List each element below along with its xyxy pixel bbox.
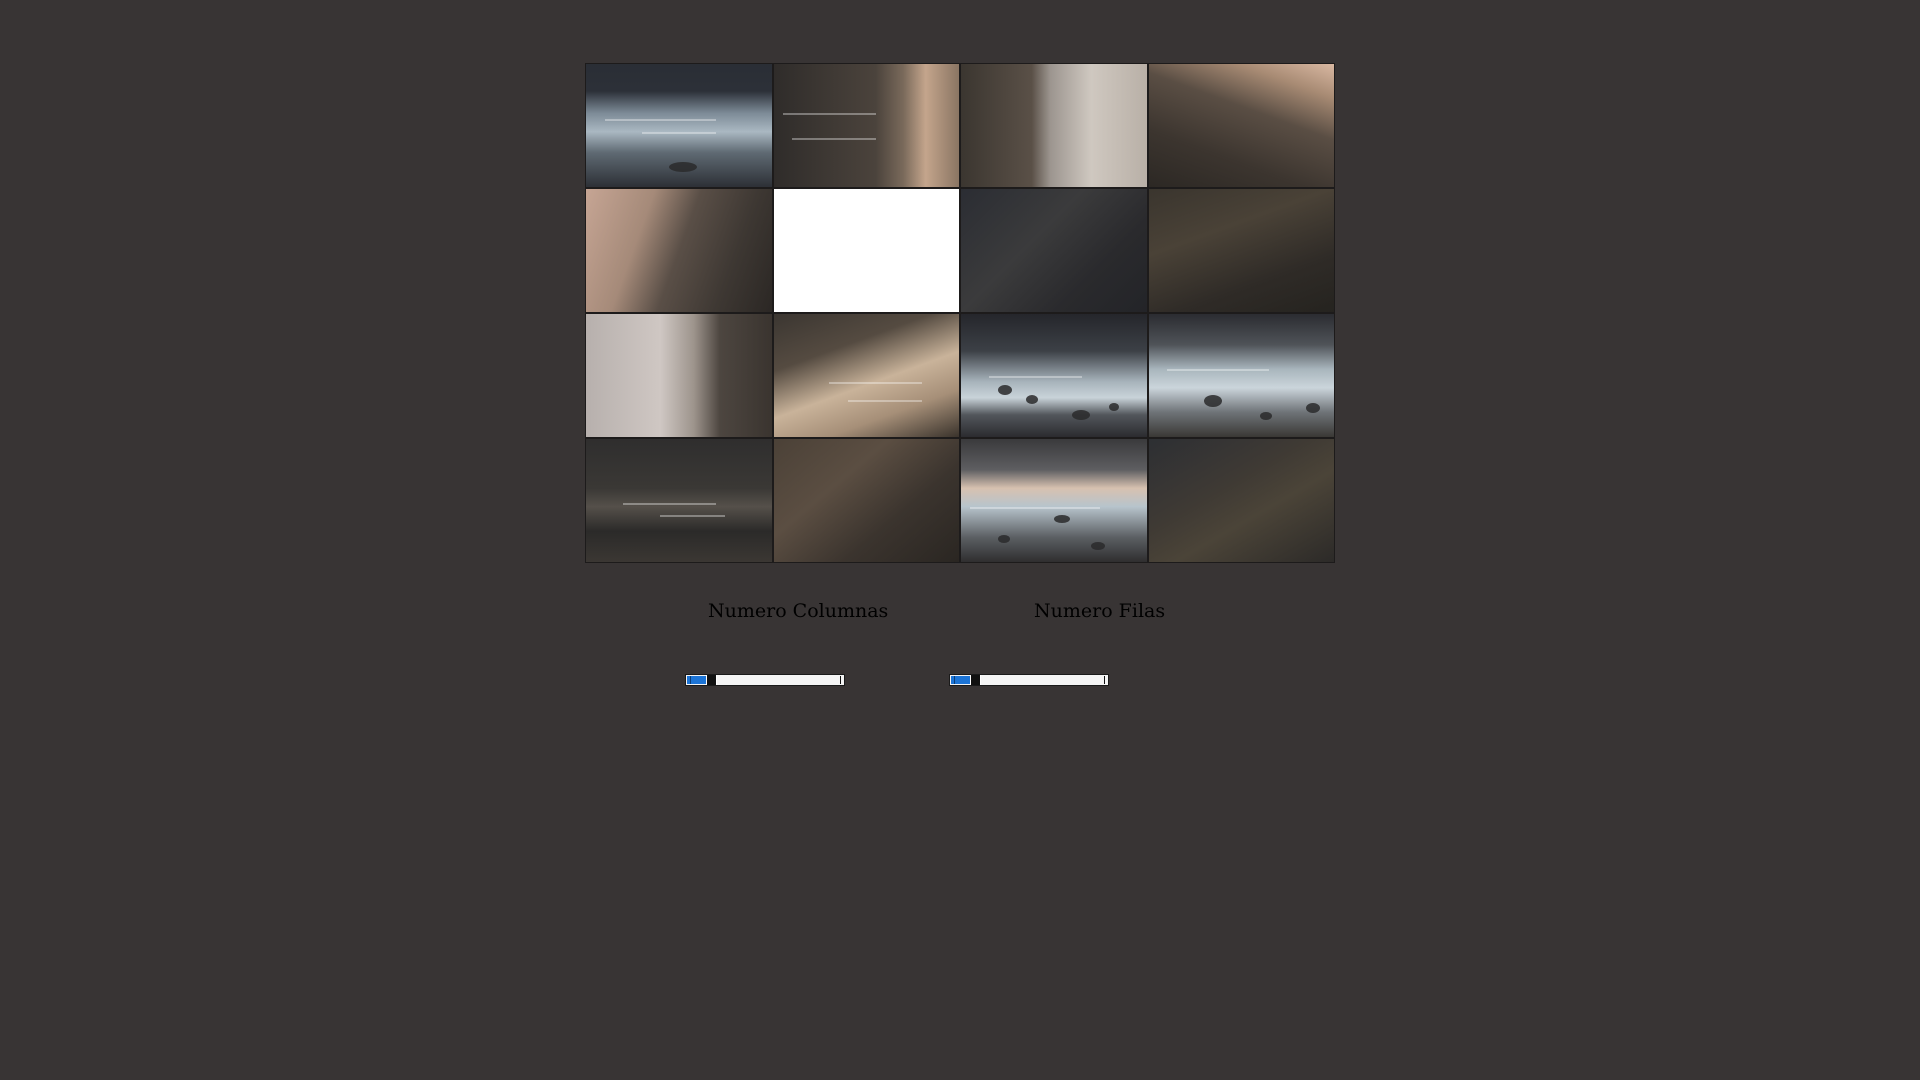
puzzle-tile[interactable] — [1148, 314, 1334, 437]
tile-rock-detail — [1109, 402, 1120, 411]
puzzle-tile[interactable] — [773, 64, 959, 187]
puzzle-tile[interactable] — [1148, 189, 1334, 312]
tile-rock-detail — [1053, 515, 1070, 524]
columns-label: Numero Columnas — [708, 600, 889, 622]
tile-streak-detail — [970, 506, 1101, 509]
tile-streak-detail — [847, 400, 922, 403]
puzzle-tile[interactable] — [773, 314, 959, 437]
puzzle-tile[interactable] — [961, 439, 1147, 562]
tile-streak-detail — [623, 502, 716, 505]
puzzle-tile[interactable] — [586, 189, 772, 312]
tile-rock-detail — [998, 385, 1013, 396]
tile-rock-detail — [1090, 542, 1105, 551]
tile-rock-detail — [1072, 409, 1091, 420]
tile-rock-detail — [1025, 395, 1038, 405]
tile-rock-detail — [1259, 412, 1272, 421]
tile-streak-detail — [1167, 369, 1270, 372]
puzzle-empty-slot[interactable] — [773, 189, 959, 312]
tile-streak-detail — [988, 375, 1082, 378]
tile-rock-detail — [998, 534, 1011, 543]
rows-slider-end — [1104, 676, 1105, 684]
tile-streak-detail — [641, 131, 716, 134]
puzzle-board — [585, 63, 1335, 563]
tile-rock-detail — [1306, 402, 1321, 413]
tile-streak-detail — [660, 515, 726, 518]
rows-slider-fill — [951, 676, 971, 684]
tile-rock-detail — [669, 162, 698, 173]
puzzle-tile[interactable] — [586, 439, 772, 562]
tile-streak-detail — [792, 137, 876, 140]
grid-size-controls: Numero Columnas Numero Filas — [0, 600, 1920, 700]
puzzle-tile[interactable] — [586, 64, 772, 187]
puzzle-tile[interactable] — [773, 439, 959, 562]
tile-streak-detail — [829, 381, 922, 384]
columns-slider-thumb[interactable] — [706, 675, 717, 685]
columns-slider-fill — [687, 676, 707, 684]
puzzle-tile[interactable] — [1148, 439, 1334, 562]
columns-slider-end — [840, 676, 841, 684]
columns-slider[interactable] — [685, 674, 845, 686]
tile-streak-detail — [604, 119, 716, 122]
puzzle-tile[interactable] — [961, 189, 1147, 312]
puzzle-tile[interactable] — [961, 64, 1147, 187]
rows-slider-thumb[interactable] — [970, 675, 981, 685]
puzzle-tile[interactable] — [586, 314, 772, 437]
puzzle-tile[interactable] — [961, 314, 1147, 437]
puzzle-tile[interactable] — [1148, 64, 1334, 187]
rows-slider[interactable] — [949, 674, 1109, 686]
tile-streak-detail — [782, 113, 876, 116]
rows-label: Numero Filas — [1034, 600, 1166, 622]
tile-rock-detail — [1204, 395, 1223, 408]
